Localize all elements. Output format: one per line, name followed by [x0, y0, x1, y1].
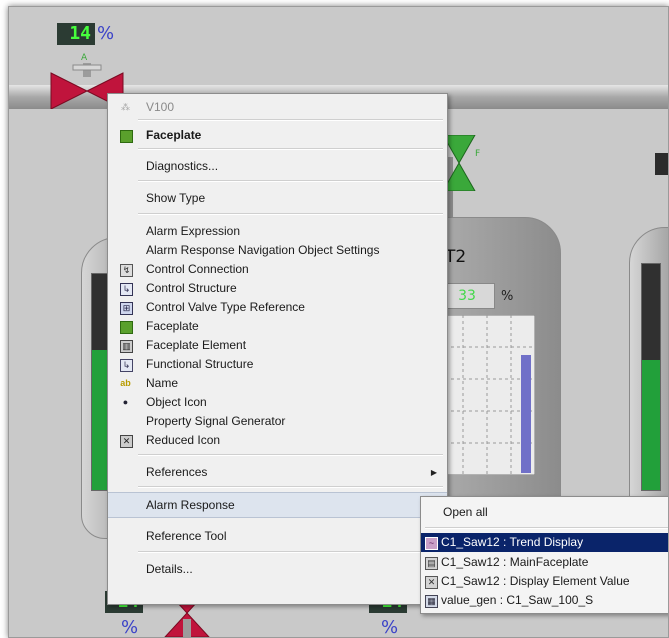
process-graphic: 14 % A F T2 33 % 14 % [8, 6, 669, 638]
menu-item-functional-structure[interactable]: ↳ Functional Structure [108, 355, 447, 374]
menu-item-control-structure[interactable]: ↳ Control Structure [108, 279, 447, 298]
menu-item-faceplate[interactable]: Faceplate [108, 317, 447, 336]
alarm-response-submenu: Open all ~ C1_Saw12 : Trend Display ▤ C1… [420, 496, 668, 614]
tank-2-trend-grid [439, 315, 535, 475]
menu-item-object-icon[interactable]: ● Object Icon [108, 393, 447, 412]
submenu-item-open-all[interactable]: Open all [421, 503, 668, 522]
tank-right-level-bar [641, 263, 661, 491]
menu-item-alarm-response[interactable]: Alarm Response ▶ [108, 492, 447, 518]
object-header-icon: ⁂ [121, 102, 130, 112]
tank-2-label: T2 [445, 247, 467, 267]
menu-item-reference-tool[interactable]: Reference Tool [108, 527, 447, 546]
menu-separator [138, 148, 443, 150]
name-icon: ab [120, 378, 131, 388]
control-structure-icon: ↳ [120, 283, 133, 296]
unit-label-bottom-mid: % [381, 617, 399, 638]
menu-item-property-signal-generator[interactable]: Property Signal Generator [108, 412, 447, 431]
tank-2-unit: % [501, 289, 514, 304]
object-icon: ● [122, 397, 129, 407]
menu-item-diagnostics[interactable]: Diagnostics... [108, 157, 447, 176]
menu-item-references[interactable]: References ▶ [108, 463, 447, 482]
faceplate-element-icon: ▥ [120, 340, 133, 353]
faceplate-icon [120, 130, 133, 143]
valve-a-label: A [81, 53, 88, 63]
menu-header-v100: ⁂ V100 [121, 100, 175, 114]
menu-item-control-valve-type-reference[interactable]: ⊞ Control Valve Type Reference [108, 298, 447, 317]
submenu-item-value-gen[interactable]: ▦ value_gen : C1_Saw_100_S [421, 591, 668, 610]
faceplate-icon: ▤ [425, 557, 438, 570]
reduced-icon: ✕ [120, 435, 133, 448]
value-gen-icon: ▦ [425, 595, 438, 608]
unit-label-bottom-left: % [121, 617, 139, 638]
menu-item-alarm-response-navigation[interactable]: Alarm Response Navigation Object Setting… [108, 241, 447, 260]
menu-separator [138, 180, 443, 182]
menu-item-show-type[interactable]: Show Type [108, 189, 447, 208]
context-menu: ⁂ V100 Faceplate Diagnostics... Show Typ… [107, 93, 448, 605]
submenu-item-main-faceplate[interactable]: ▤ C1_Saw12 : MainFaceplate [421, 553, 668, 572]
menu-item-control-connection[interactable]: ↯ Control Connection [108, 260, 447, 279]
menu-item-alarm-expression[interactable]: Alarm Expression [108, 222, 447, 241]
submenu-item-display-element-value[interactable]: ✕ C1_Saw12 : Display Element Value [421, 572, 668, 591]
control-connection-icon: ↯ [120, 264, 133, 277]
valve-f-label: F [475, 149, 481, 159]
submenu-arrow-icon: ▶ [430, 468, 437, 477]
menu-separator [138, 454, 443, 456]
display-element-icon: ✕ [425, 576, 438, 589]
valve-f-icon[interactable] [443, 135, 477, 191]
unit-label-top-left: % [97, 23, 115, 44]
functional-structure-icon: ↳ [120, 359, 133, 372]
menu-item-details[interactable]: Details... [108, 560, 447, 579]
value-display-top-left: 14 [57, 23, 95, 45]
menu-item-faceplate-element[interactable]: ▥ Faceplate Element [108, 336, 447, 355]
faceplate-icon [120, 321, 133, 334]
menu-separator [425, 527, 668, 529]
menu-separator [138, 119, 443, 121]
trend-display-icon: ~ [425, 537, 438, 550]
indicator-top-right [655, 153, 668, 175]
menu-separator [138, 213, 443, 215]
type-reference-icon: ⊞ [120, 302, 133, 315]
menu-separator [138, 551, 443, 553]
menu-item-name[interactable]: ab Name [108, 374, 447, 393]
submenu-item-trend-display[interactable]: ~ C1_Saw12 : Trend Display [421, 533, 668, 552]
menu-separator [138, 486, 443, 488]
menu-item-faceplate-default[interactable]: Faceplate [108, 126, 447, 145]
menu-item-reduced-icon[interactable]: ✕ Reduced Icon [108, 431, 447, 450]
